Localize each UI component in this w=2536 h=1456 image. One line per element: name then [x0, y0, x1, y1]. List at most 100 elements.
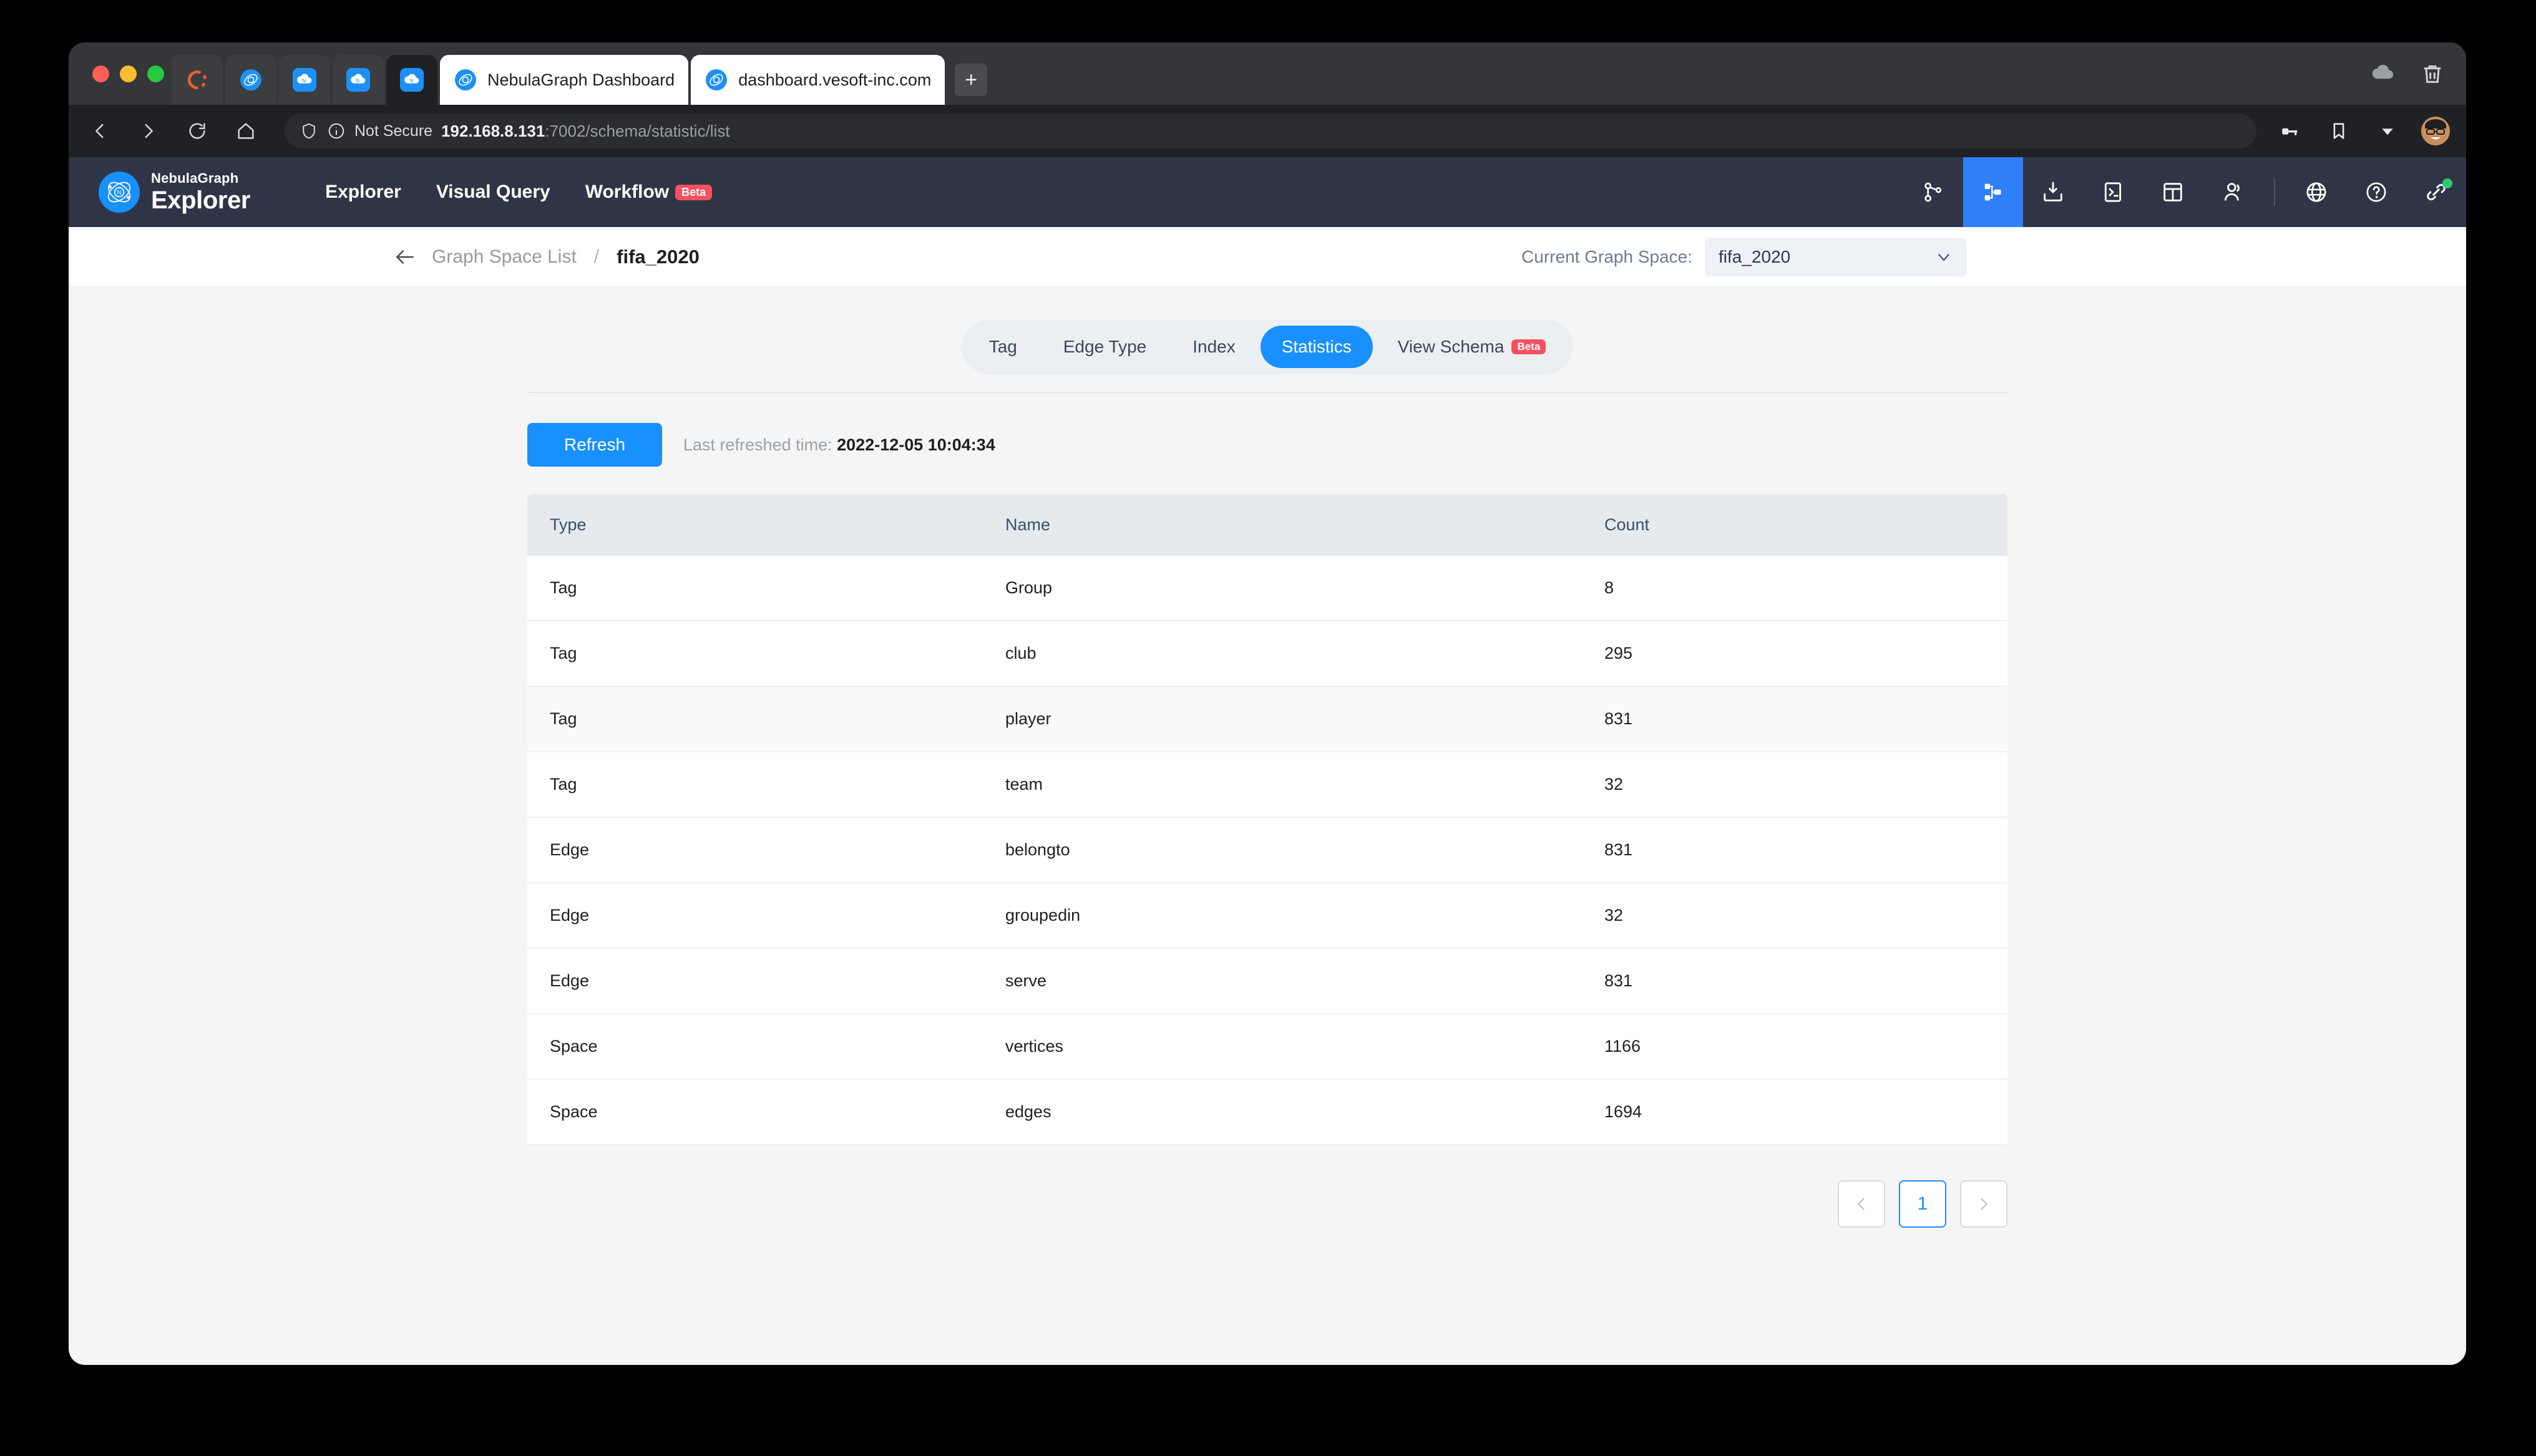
tab-view-schema[interactable]: View Schema Beta: [1377, 326, 1568, 368]
import-data-icon[interactable]: [2023, 157, 2083, 227]
table-row[interactable]: Space vertices 1166: [527, 1014, 2007, 1079]
key-password-icon[interactable]: [2275, 116, 2305, 146]
maximize-window-button[interactable]: [147, 66, 164, 82]
shield-icon: [300, 122, 318, 140]
chevron-left-icon: [1853, 1195, 1870, 1213]
trash-icon[interactable]: [2420, 61, 2445, 86]
reload-icon[interactable]: [182, 116, 212, 146]
nav-item-label: Explorer: [325, 182, 401, 203]
nebulagraph-cloud-icon: N: [346, 68, 370, 92]
browser-tab-dashboard[interactable]: NebulaGraph Dashboard: [440, 55, 688, 105]
breadcrumb-separator: /: [594, 246, 599, 268]
browser-tab-active[interactable]: N: [386, 55, 437, 105]
table-row[interactable]: Edge belongto 831: [527, 817, 2007, 883]
url-text: 192.168.8.131:7002/schema/statistic/list: [441, 122, 730, 141]
home-icon[interactable]: [231, 116, 261, 146]
brand-logo[interactable]: N NebulaGraph Explorer: [69, 172, 250, 213]
forward-icon[interactable]: [134, 116, 163, 146]
breadcrumb-parent-link[interactable]: Graph Space List: [432, 246, 577, 268]
column-header-name[interactable]: Name: [983, 494, 1582, 556]
address-bar[interactable]: Not Secure 192.168.8.131:7002/schema/sta…: [285, 114, 2256, 148]
bookmark-icon[interactable]: [2324, 116, 2354, 146]
breadcrumb-bar: Graph Space List / fifa_2020 Current Gra…: [69, 227, 2466, 287]
pagination-next-button[interactable]: [1960, 1180, 2007, 1228]
tab-index[interactable]: Index: [1171, 326, 1257, 368]
browser-tab[interactable]: N: [333, 55, 384, 105]
nav-item-explorer[interactable]: Explorer: [325, 182, 401, 203]
avatar[interactable]: [2421, 117, 2450, 145]
table-row[interactable]: Edge serve 831: [527, 948, 2007, 1014]
browser-tab-vesoft[interactable]: dashboard.vesoft-inc.com: [691, 55, 945, 105]
column-header-count[interactable]: Count: [1582, 494, 2007, 556]
close-window-button[interactable]: [92, 66, 109, 82]
back-icon[interactable]: [85, 116, 115, 146]
table-row[interactable]: Tag club 295: [527, 621, 2007, 686]
console-icon[interactable]: [2083, 157, 2143, 227]
last-refreshed-value: 2022-12-05 10:04:34: [837, 435, 995, 454]
url-path: :7002/schema/statistic/list: [545, 122, 729, 140]
breadcrumb: Graph Space List / fifa_2020: [69, 245, 700, 269]
table-row[interactable]: Edge groupedin 32: [527, 883, 2007, 948]
svg-text:N: N: [356, 77, 359, 84]
cell-name: Group: [983, 556, 1582, 621]
app-navbar: N NebulaGraph Explorer Explorer Visual Q…: [69, 157, 2466, 227]
table-row[interactable]: Space edges 1694: [527, 1079, 2007, 1145]
cloud-icon[interactable]: [2370, 60, 2397, 87]
security-status-label: Not Secure: [354, 122, 432, 140]
tab-title: NebulaGraph Dashboard: [487, 70, 675, 90]
info-circle-icon[interactable]: [327, 122, 346, 140]
tab-tag[interactable]: Tag: [968, 326, 1038, 368]
cell-type: Tag: [527, 752, 983, 817]
cell-type: Space: [527, 1014, 983, 1079]
circle-orange-icon: [185, 68, 209, 92]
statistics-panel: Refresh Last refreshed time: 2022-12-05 …: [527, 374, 2007, 1145]
language-globe-icon[interactable]: [2286, 157, 2346, 227]
nav-item-label: Visual Query: [436, 182, 550, 203]
cell-name: player: [983, 686, 1582, 752]
minimize-window-button[interactable]: [120, 66, 137, 82]
graph-space-selector: Current Graph Space: fifa_2020: [1521, 238, 1967, 276]
tab-label: Index: [1192, 337, 1236, 357]
cell-type: Edge: [527, 817, 983, 883]
chevron-right-icon: [1975, 1195, 1992, 1213]
browser-tab[interactable]: N: [279, 55, 330, 105]
table-row[interactable]: Tag team 32: [527, 752, 2007, 817]
user-group-icon[interactable]: [2203, 157, 2263, 227]
tab-statistics[interactable]: Statistics: [1261, 326, 1373, 368]
graph-query-icon[interactable]: [1903, 157, 1963, 227]
dashboard-grid-icon[interactable]: [2143, 157, 2203, 227]
nav-item-visual-query[interactable]: Visual Query: [436, 182, 550, 203]
table-row[interactable]: Tag Group 8: [527, 556, 2007, 621]
column-header-type[interactable]: Type: [527, 494, 983, 556]
nebulagraph-round-icon: [239, 68, 263, 92]
refresh-button[interactable]: Refresh: [527, 423, 662, 467]
new-tab-button[interactable]: +: [955, 64, 987, 96]
nav-item-workflow[interactable]: Workflow Beta: [585, 182, 712, 203]
cell-count: 1166: [1582, 1014, 2007, 1079]
browser-tab[interactable]: [225, 55, 276, 105]
chevron-down-icon[interactable]: [2373, 116, 2402, 146]
nebulagraph-cloud-icon: N: [293, 68, 316, 92]
graph-space-label: Current Graph Space:: [1521, 247, 1692, 267]
pagination-prev-button[interactable]: [1838, 1180, 1885, 1228]
table-row[interactable]: Tag player 831: [527, 686, 2007, 752]
nav-divider: [2274, 178, 2275, 206]
arrow-left-icon[interactable]: [393, 245, 417, 269]
svg-text:N: N: [409, 77, 413, 84]
pagination-page-1[interactable]: 1: [1899, 1180, 1946, 1228]
browser-tab[interactable]: [172, 55, 223, 105]
tab-label: Statistics: [1282, 337, 1352, 357]
tab-edge-type[interactable]: Edge Type: [1042, 326, 1168, 368]
url-host: 192.168.8.131: [441, 122, 545, 140]
cell-count: 295: [1582, 621, 2007, 686]
page-content: Tag Edge Type Index Statistics View Sche…: [69, 287, 2466, 1228]
browser-window: N N N NebulaGraph Dashboard dashboard.ve…: [69, 42, 2466, 1365]
cell-count: 32: [1582, 883, 2007, 948]
connection-link-icon[interactable]: [2406, 157, 2466, 227]
schema-tree-icon[interactable]: [1963, 157, 2023, 227]
browser-tabstrip: N N N NebulaGraph Dashboard dashboard.ve…: [69, 42, 2466, 105]
graph-space-dropdown[interactable]: fifa_2020: [1705, 238, 1967, 276]
tab-label: View Schema: [1398, 337, 1505, 357]
help-question-icon[interactable]: [2346, 157, 2406, 227]
connection-status-dot: [2442, 178, 2452, 188]
